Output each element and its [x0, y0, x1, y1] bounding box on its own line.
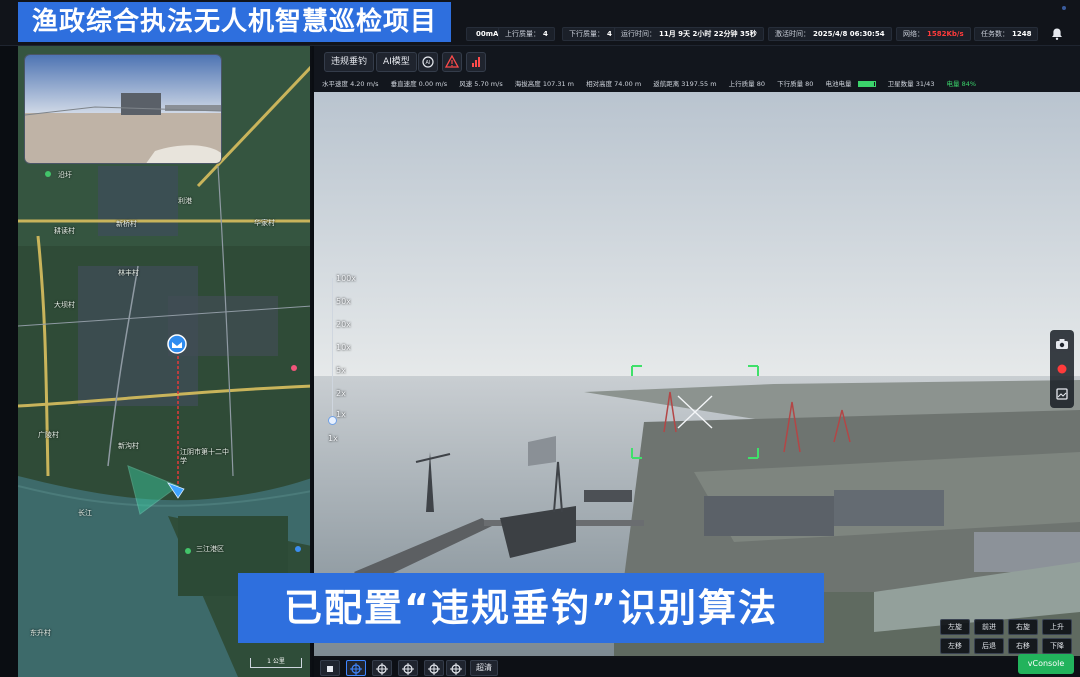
stat-value: 4: [543, 30, 548, 38]
stat-tasks: 任务数： 1248: [974, 27, 1039, 41]
target-mode-icon[interactable]: [346, 660, 366, 676]
top-status-bar: 渔政综合执法无人机智慧巡检项目 00mA 上行质量： 4 下行质量： 4 运行时间：…: [0, 0, 1080, 46]
move-left-button[interactable]: 左移: [940, 638, 970, 654]
stat-activation: 激活时间： 2025/4/8 06:30:54: [768, 27, 892, 41]
stat-label: 上行质量：: [505, 30, 540, 38]
gimbal-down-icon[interactable]: [424, 660, 444, 676]
status-dot: [1062, 6, 1066, 10]
rotate-left-button[interactable]: 左旋: [940, 619, 970, 635]
move-right-button[interactable]: 右移: [1008, 638, 1038, 654]
map-label: 沿圩: [58, 171, 72, 179]
map-label: 华家村: [254, 219, 275, 227]
illegal-fishing-button[interactable]: 违规垂钓: [324, 52, 375, 72]
gallery-icon[interactable]: [1054, 386, 1070, 402]
telemetry-wind: 风速 5.70 m/s: [459, 80, 503, 88]
camera-feed[interactable]: [314, 92, 1080, 656]
stat-value: 11月 9天 2小时 22分钟 35秒: [659, 30, 757, 38]
telemetry-altitude: 海拔高度 107.31 m: [514, 80, 574, 88]
video-toolbar: 违规垂钓 AI模型 AI: [314, 46, 1080, 76]
zoom-level[interactable]: 1x: [336, 410, 346, 419]
backward-button[interactable]: 后退: [974, 638, 1004, 654]
map-label: 广陵村: [38, 431, 59, 439]
telemetry-hspeed: 水平速度 4.20 m/s: [322, 80, 379, 88]
stat-network: 网络： 1582Kb/s: [896, 27, 971, 41]
zoom-level[interactable]: 50x: [336, 297, 351, 306]
rotate-right-button[interactable]: 右旋: [1008, 619, 1038, 635]
telemetry-downlink: 下行质量 80: [777, 80, 814, 88]
telemetry-uplink: 上行质量 80: [728, 80, 765, 88]
stat-label: 任务数：: [981, 30, 1009, 38]
stat-value: 4: [607, 30, 612, 38]
descend-button[interactable]: 下降: [1042, 638, 1072, 654]
telemetry-bar: 水平速度 4.20 m/s 垂直速度 0.00 m/s 风速 5.70 m/s …: [314, 76, 1080, 92]
side-toolbar: [1050, 330, 1074, 408]
app-title: 渔政综合执法无人机智慧巡检项目: [18, 2, 452, 42]
bottom-controls: 超清: [314, 658, 1080, 677]
stat-value: 1582Kb/s: [927, 30, 964, 38]
zoom-level[interactable]: 20x: [336, 320, 351, 329]
stat-value: 2025/4/8 06:30:54: [813, 30, 885, 38]
stop-button[interactable]: [320, 660, 340, 676]
map-label: 江阴市第十二中学: [180, 448, 229, 465]
map-label: 三江港区: [196, 545, 224, 553]
stat-downlink: 下行质量： 4: [562, 27, 619, 41]
caption-overlay: 已配置“违规垂钓”识别算法: [238, 573, 824, 643]
telemetry-satellites: 卫星数量 31/43: [887, 80, 935, 88]
telemetry-vspeed: 垂直速度 0.00 m/s: [390, 80, 448, 88]
stat-value: 1248: [1012, 30, 1032, 38]
gimbal-center-icon[interactable]: [398, 660, 418, 676]
zoom-level[interactable]: 5x: [336, 366, 346, 375]
stat-runtime: 运行时间： 11月 9天 2小时 22分钟 35秒: [614, 27, 764, 41]
thumbnail-image: [25, 55, 221, 163]
stat-uplink: 上行质量： 4: [498, 27, 555, 41]
map-label: 耕读村: [54, 227, 75, 235]
ai-detect-icon[interactable]: AI: [418, 52, 438, 72]
zoom-slider[interactable]: 100x 50x 20x 10x 5x 2x 1x 1x: [328, 272, 358, 443]
signal-icon[interactable]: [466, 52, 486, 72]
app-root: 渔政综合执法无人机智慧巡检项目 00mA 上行质量： 4 下行质量： 4 运行时间：…: [0, 0, 1080, 677]
svg-text:AI: AI: [426, 60, 431, 66]
zoom-level[interactable]: 10x: [336, 343, 351, 352]
map-label: 新沟村: [118, 442, 139, 450]
battery-icon: [857, 81, 876, 87]
warning-icon[interactable]: [442, 52, 462, 72]
vconsole-button[interactable]: vConsole: [1018, 654, 1074, 674]
forward-button[interactable]: 前进: [974, 619, 1004, 635]
stat-label: 下行质量：: [569, 30, 604, 38]
zoom-current: 1x: [328, 434, 338, 443]
map-scale: 1 公里: [250, 658, 302, 668]
map-label: 新桥村: [116, 220, 137, 228]
gimbal-up-icon[interactable]: [372, 660, 392, 676]
telemetry-relative-height: 相对高度 74.00 m: [586, 80, 642, 88]
map-label: 林丰村: [118, 269, 139, 277]
quality-select[interactable]: 超清: [470, 660, 498, 676]
telemetry-battery-label: 电池电量: [825, 80, 852, 88]
zoom-level[interactable]: 2x: [336, 389, 346, 398]
ai-model-button[interactable]: AI模型: [376, 52, 417, 72]
stat-label: 网络：: [903, 30, 924, 38]
ascend-button[interactable]: 上升: [1042, 619, 1072, 635]
gimbal-reset-icon[interactable]: [446, 660, 466, 676]
map-label: 大坝村: [54, 301, 75, 309]
bell-icon[interactable]: [1050, 27, 1064, 41]
telemetry-return-distance: 返航距离 3197.55 m: [653, 80, 717, 88]
stat-value: 00mA: [476, 30, 499, 38]
stat-label: 运行时间：: [621, 30, 656, 38]
zoom-knob[interactable]: [328, 416, 337, 425]
record-icon[interactable]: [1054, 361, 1070, 377]
map-label: 长江: [78, 509, 92, 517]
map-label: 利港: [178, 197, 192, 205]
camera-icon[interactable]: [1054, 336, 1070, 352]
zoom-track: [332, 278, 333, 420]
zoom-level[interactable]: 100x: [336, 274, 356, 283]
stat-label: 激活时间：: [775, 30, 810, 38]
telemetry-power: 电量 84%: [946, 80, 977, 88]
camera-thumbnail[interactable]: [24, 54, 222, 164]
map-label: 东升村: [30, 629, 51, 637]
